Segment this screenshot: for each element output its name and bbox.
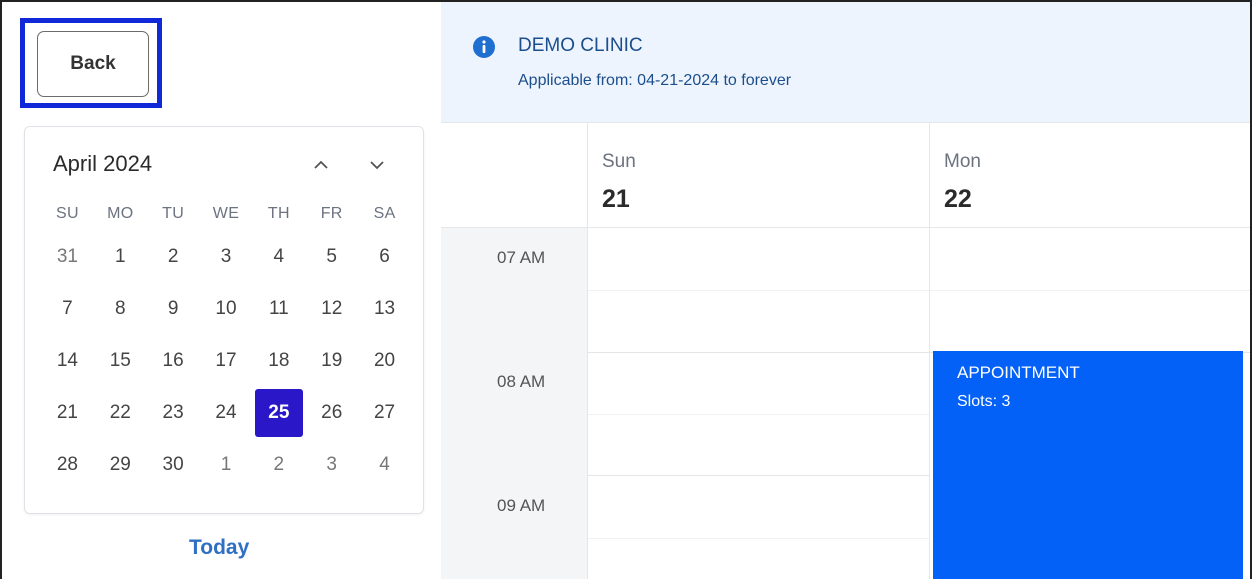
- half-hour-line: [588, 538, 929, 539]
- day-name: Sun: [602, 151, 636, 172]
- day-column-header[interactable]: Mon 22: [930, 123, 1250, 228]
- calendar-day[interactable]: 3: [308, 441, 356, 489]
- calendar-day[interactable]: 1: [96, 233, 144, 281]
- hour-line: [588, 352, 929, 353]
- schedule-pane: DEMO CLINIC Applicable from: 04-21-2024 …: [441, 2, 1250, 579]
- weekday-label: WE: [212, 205, 240, 222]
- calendar-day[interactable]: 20: [361, 337, 409, 385]
- day-number: 21: [602, 185, 630, 213]
- time-gutter-header: [441, 123, 588, 228]
- calendar-month-title: April 2024: [53, 151, 153, 176]
- half-hour-line: [930, 290, 1250, 291]
- calendar-day[interactable]: 10: [202, 285, 250, 333]
- hour-line: [588, 475, 929, 476]
- day-column[interactable]: [588, 228, 930, 579]
- calendar-day[interactable]: 12: [308, 285, 356, 333]
- calendar-day[interactable]: 4: [361, 441, 409, 489]
- time-gutter: 07 AM 08 AM 09 AM: [441, 228, 588, 579]
- day-column-header[interactable]: Sun 21: [588, 123, 930, 228]
- calendar-day[interactable]: 26: [308, 389, 356, 437]
- back-button[interactable]: Back: [37, 31, 149, 97]
- calendar-day[interactable]: 2: [255, 441, 303, 489]
- calendar-day[interactable]: 28: [43, 441, 91, 489]
- calendar-day[interactable]: 22: [96, 389, 144, 437]
- calendar-day[interactable]: 9: [149, 285, 197, 333]
- info-icon: [473, 36, 495, 58]
- calendar-day[interactable]: 8: [96, 285, 144, 333]
- calendar-week-row: 31 1 2 3 4 5 6: [41, 231, 411, 283]
- calendar-day[interactable]: 17: [202, 337, 250, 385]
- calendar-day[interactable]: 19: [308, 337, 356, 385]
- calendar-week-row: 21 22 23 24 25 26 27: [41, 387, 411, 439]
- calendar-day[interactable]: 27: [361, 389, 409, 437]
- calendar-day[interactable]: 24: [202, 389, 250, 437]
- calendar-day[interactable]: 23: [149, 389, 197, 437]
- weekday-header-row: SU MO TU WE TH FR SA: [41, 197, 411, 231]
- calendar-week-row: 14 15 16 17 18 19 20: [41, 335, 411, 387]
- weekday-label: TH: [267, 205, 290, 222]
- info-banner: DEMO CLINIC Applicable from: 04-21-2024 …: [441, 2, 1250, 122]
- time-label: 09 AM: [497, 496, 546, 515]
- time-label: 08 AM: [497, 372, 546, 391]
- schedule-header: Sun 21 Mon 22: [441, 123, 1250, 228]
- half-hour-line: [588, 414, 929, 415]
- banner-title: DEMO CLINIC: [518, 35, 643, 56]
- weekday-label: SA: [373, 205, 396, 222]
- event-slots: Slots: 3: [957, 393, 1011, 410]
- weekday-label: MO: [107, 205, 134, 222]
- calendar-day[interactable]: 18: [255, 337, 303, 385]
- calendar-day[interactable]: 6: [361, 233, 409, 281]
- calendar-day[interactable]: 21: [43, 389, 91, 437]
- calendar-day[interactable]: 29: [96, 441, 144, 489]
- calendar-week-row: 7 8 9 10 11 12 13: [41, 283, 411, 335]
- mini-calendar: April 2024 SU MO TU WE TH FR SA 31 1 2 3…: [24, 126, 424, 514]
- calendar-day[interactable]: 4: [255, 233, 303, 281]
- weekday-label: TU: [162, 205, 185, 222]
- day-number: 22: [944, 185, 972, 213]
- day-name: Mon: [944, 151, 981, 172]
- calendar-day[interactable]: 13: [361, 285, 409, 333]
- calendar-day[interactable]: 31: [43, 233, 91, 281]
- calendar-day[interactable]: 11: [255, 285, 303, 333]
- calendar-grid: SU MO TU WE TH FR SA 31 1 2 3 4 5 6 7 8 …: [41, 197, 411, 491]
- chevron-up-icon[interactable]: [309, 153, 333, 177]
- calendar-week-row: 28 29 30 1 2 3 4: [41, 439, 411, 491]
- calendar-day[interactable]: 15: [96, 337, 144, 385]
- calendar-day[interactable]: 2: [149, 233, 197, 281]
- time-label: 07 AM: [497, 248, 546, 267]
- calendar-day[interactable]: 14: [43, 337, 91, 385]
- today-button[interactable]: Today: [189, 536, 249, 560]
- chevron-down-icon[interactable]: [365, 153, 389, 177]
- half-hour-line: [588, 290, 929, 291]
- calendar-day-selected[interactable]: 25: [254, 389, 303, 437]
- calendar-day[interactable]: 1: [202, 441, 250, 489]
- calendar-day[interactable]: 16: [149, 337, 197, 385]
- banner-subtitle: Applicable from: 04-21-2024 to forever: [518, 72, 792, 89]
- calendar-day[interactable]: 3: [202, 233, 250, 281]
- calendar-day[interactable]: 30: [149, 441, 197, 489]
- weekday-label: SU: [56, 205, 79, 222]
- calendar-day[interactable]: 5: [308, 233, 356, 281]
- appointment-event[interactable]: APPOINTMENT Slots: 3: [933, 351, 1243, 579]
- weekday-label: FR: [320, 205, 343, 222]
- calendar-day[interactable]: 7: [43, 285, 91, 333]
- event-title: APPOINTMENT: [957, 363, 1080, 382]
